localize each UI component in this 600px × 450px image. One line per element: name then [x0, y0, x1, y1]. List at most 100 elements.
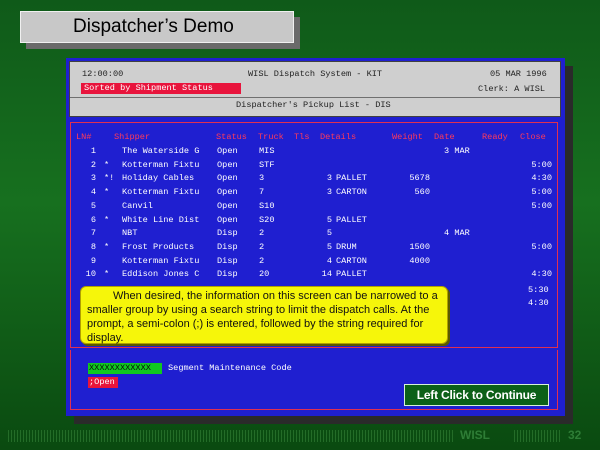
list-title: Dispatcher's Pickup List - DIS [236, 100, 391, 110]
cell-status: Disp [217, 269, 238, 280]
cell-status: Open [217, 187, 238, 198]
cell-status: Open [217, 146, 238, 156]
cell-details: CARTON [336, 255, 367, 266]
cell-truck: 3 [259, 173, 265, 184]
cell-tls: 4 [326, 255, 332, 266]
col-status: Status [216, 132, 247, 142]
cell-ln: 10 [85, 269, 96, 280]
table-row[interactable]: 1 The Waterside G Open MIS 3 MAR [76, 146, 556, 158]
cell-status: Open [217, 200, 238, 211]
table-row[interactable]: 8 * Frost Products Disp 2 5 DRUM 1500 5:00 [76, 242, 556, 254]
cell-weight: 1500 [409, 241, 430, 252]
cell-tls: 5 [326, 214, 332, 225]
table-row[interactable]: 9 Kotterman Fixtu Disp 2 4 CARTON 4000 [76, 256, 556, 268]
cell-tls: 3 [326, 187, 332, 198]
col-ln: LN# [76, 132, 92, 142]
cell-ln: 3 [90, 173, 96, 184]
cell-details: PALLET [336, 173, 367, 184]
table-row[interactable]: 10 * Eddison Jones C Disp 20 14 PALLET 4:30 [76, 269, 556, 281]
header-date: 05 MAR 1996 [490, 69, 547, 79]
search-prompt-input[interactable]: ;Open [88, 377, 118, 388]
cell-status: Open [217, 214, 238, 225]
cell-details: PALLET [336, 214, 367, 225]
cell-truck: 20 [259, 269, 270, 280]
cell-truck: S20 [259, 214, 275, 225]
cell-weight: 560 [414, 187, 430, 198]
extra-ready-2: 4:30 [528, 298, 549, 308]
header-divider [70, 97, 560, 98]
cell-shipper: NBT [122, 228, 138, 239]
sorted-label: Sorted by Shipment Status [84, 83, 213, 93]
segment-code-input[interactable]: XXXXXXXXXXXX [88, 363, 162, 374]
cell-ln: 8 [90, 241, 96, 252]
cell-details: DRUM [336, 241, 357, 252]
cell-shipper: White Line Dist [122, 214, 200, 225]
cell-shipper: Frost Products [122, 241, 195, 252]
explanation-callout: When desired, the information on this sc… [80, 286, 448, 344]
cell-ready: 5:00 [531, 200, 552, 211]
col-ready: Ready [482, 132, 508, 142]
cell-flag: * [104, 187, 110, 198]
cell-truck: 2 [259, 241, 265, 252]
cell-ln: 7 [90, 228, 96, 239]
cell-shipper: Eddison Jones C [122, 269, 200, 280]
footer-stripes-right [514, 430, 562, 442]
cell-ready: 5:00 [531, 187, 552, 198]
slide-footer: WISL 32 [8, 428, 592, 444]
cell-shipper: Holiday Cables [122, 173, 195, 184]
col-truck: Truck [258, 132, 284, 142]
cell-shipper: The Waterside G [122, 146, 200, 156]
segment-code-value: XXXXXXXXXXXX [89, 363, 151, 373]
cell-flag: *! [104, 173, 115, 184]
footer-page-number: 32 [568, 428, 582, 442]
col-weight: Weight [392, 132, 423, 142]
cell-status: Open [217, 159, 238, 170]
cell-truck: STF [259, 159, 275, 170]
callout-text: When desired, the information on this sc… [87, 290, 438, 344]
cell-ready: 4:30 [531, 269, 552, 280]
cell-flag: * [104, 159, 110, 170]
cell-truck: 2 [259, 255, 265, 266]
cell-date: 3 MAR [444, 146, 470, 156]
col-tls: Tls [294, 132, 310, 142]
header-time: 12:00:00 [82, 69, 124, 79]
cell-status: Disp [217, 241, 238, 252]
cell-truck: 2 [259, 228, 265, 239]
cell-status: Open [217, 173, 238, 184]
cell-weight: 5678 [409, 173, 430, 184]
footer-stripes [8, 430, 454, 442]
cell-shipper: Kotterman Fixtu [122, 187, 200, 198]
table-row[interactable]: 6 * White Line Dist Open S20 5 PALLET [76, 215, 556, 227]
col-details: Details [320, 132, 357, 142]
cell-date: 4 MAR [444, 228, 470, 239]
col-shipper: Shipper [114, 132, 151, 142]
header-clerk: Clerk: A WISL [478, 84, 546, 94]
cell-truck: S10 [259, 200, 275, 211]
cell-ln: 2 [90, 159, 96, 170]
sorted-status-bar: Sorted by Shipment Status [81, 83, 241, 94]
cell-ln: 6 [90, 214, 96, 225]
extra-ready-1: 5:30 [528, 285, 549, 295]
table-row[interactable]: 4 * Kotterman Fixtu Open 7 3 CARTON 560 5:00 [76, 187, 556, 199]
table-row[interactable]: 2 * Kotterman Fixtu Open STF 5:00 [76, 160, 556, 172]
continue-button[interactable]: Left Click to Continue [404, 384, 549, 406]
cell-truck: 7 [259, 187, 265, 198]
col-close: Close [520, 132, 546, 142]
cell-flag: * [104, 269, 110, 280]
footer-brand: WISL [460, 428, 490, 442]
cell-ready: 4:30 [531, 173, 552, 184]
cell-weight: 4000 [409, 255, 430, 266]
table-row[interactable]: 3 *! Holiday Cables Open 3 3 PALLET 5678 4:30 [76, 173, 556, 185]
cell-ln: 1 [90, 146, 96, 156]
cell-details: PALLET [336, 269, 367, 280]
cell-truck: MIS [259, 146, 275, 156]
table-row[interactable]: 7 NBT Disp 2 5 4 MAR [76, 228, 556, 240]
cell-shipper: Canvil [122, 200, 153, 211]
header-system-title: WISL Dispatch System - KIT [248, 69, 383, 79]
cell-details: CARTON [336, 187, 367, 198]
table-row[interactable]: 5 Canvil Open S10 5:00 [76, 201, 556, 213]
cell-ln: 4 [90, 187, 96, 198]
cell-status: Disp [217, 255, 238, 266]
cell-ln: 5 [90, 200, 96, 211]
cell-status: Disp [217, 228, 238, 239]
